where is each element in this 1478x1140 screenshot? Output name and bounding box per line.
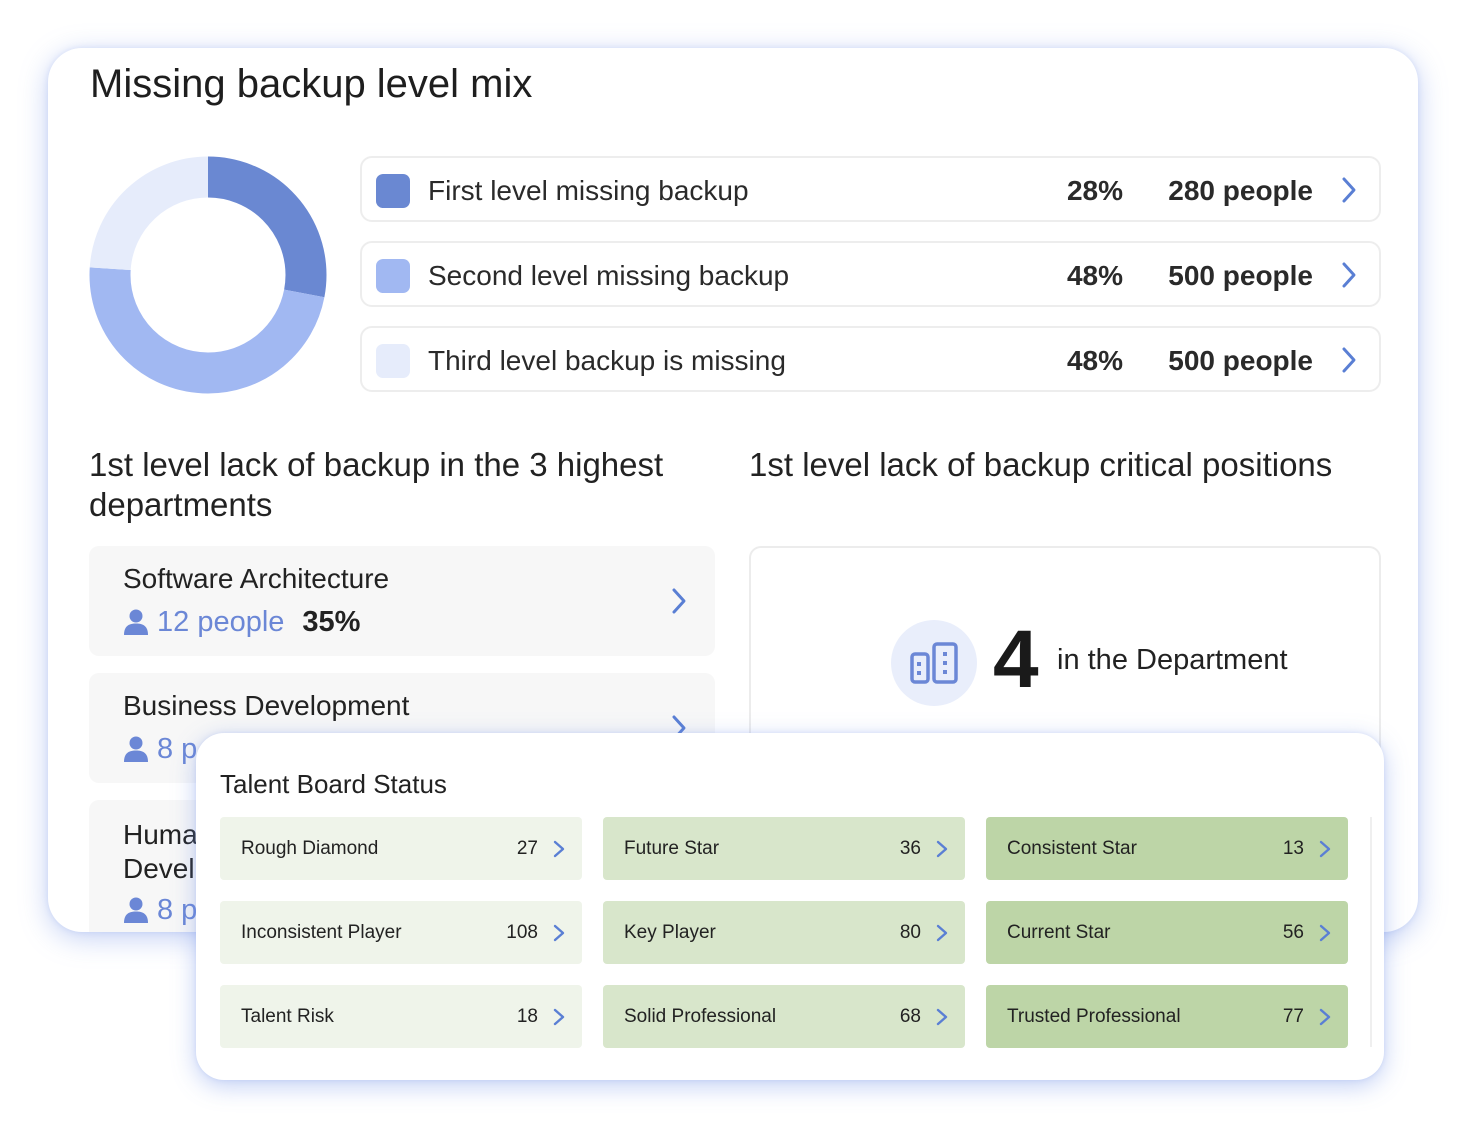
talent-tile[interactable]: Inconsistent Player 108 — [220, 901, 582, 964]
talent-tile[interactable]: Solid Professional 68 — [603, 985, 965, 1048]
department-people-count: 8 p — [157, 732, 198, 765]
talent-board-scrollbar[interactable] — [1370, 817, 1384, 1047]
legend-row-third-level[interactable]: Third level backup is missing 48% 500 pe… — [360, 326, 1381, 392]
legend-people: 500 people — [1168, 345, 1313, 376]
talent-tile-count: 68 — [899, 1005, 921, 1027]
person-icon — [124, 897, 148, 923]
talent-tile-label: Future Star — [624, 837, 720, 859]
legend-row-first-level[interactable]: First level missing backup 28% 280 peopl… — [360, 156, 1381, 222]
talent-tile-count: 108 — [506, 921, 538, 943]
talent-tile-count: 56 — [1282, 921, 1304, 943]
talent-tile-count: 36 — [899, 837, 921, 859]
department-card[interactable]: Software Architecture 12 people 35% — [89, 546, 715, 656]
legend-percent: 48% — [1066, 260, 1123, 291]
chevron-right-icon[interactable] — [1339, 261, 1359, 289]
legend-swatch — [376, 344, 410, 378]
chevron-right-icon[interactable] — [1318, 923, 1332, 943]
critical-section-title: 1st level lack of backup critical positi… — [749, 446, 1333, 483]
legend-people: 500 people — [1168, 260, 1313, 291]
chevron-right-icon[interactable] — [1318, 839, 1332, 859]
chevron-right-icon[interactable] — [669, 586, 689, 616]
talent-tile[interactable]: Key Player 80 — [603, 901, 965, 964]
person-icon — [124, 609, 148, 635]
departments-section-title: 1st level lack of backup in the 3 highes… — [89, 446, 664, 523]
talent-tile-label: Key Player — [624, 921, 716, 943]
legend-row-second-level[interactable]: Second level missing backup 48% 500 peop… — [360, 241, 1381, 307]
department-meta: 12 people 35% — [123, 604, 360, 640]
legend-percent: 28% — [1066, 175, 1123, 206]
talent-tile[interactable]: Future Star 36 — [603, 817, 965, 880]
talent-tile-label: Rough Diamond — [241, 837, 379, 859]
talent-tile[interactable]: Current Star 56 — [986, 901, 1348, 964]
talent-tile-label: Inconsistent Player — [241, 921, 402, 943]
critical-count-label: in the Department — [1057, 644, 1288, 676]
building-icon — [910, 642, 958, 684]
backup-donut-chart — [89, 156, 327, 394]
department-name: Huma Devel — [123, 819, 198, 884]
department-people-count: 12 people — [157, 605, 285, 638]
person-icon — [124, 736, 148, 762]
legend-label: Third level backup is missing — [428, 345, 786, 376]
talent-tile[interactable]: Talent Risk 18 — [220, 985, 582, 1048]
talent-tile-count: 13 — [1282, 837, 1304, 859]
chevron-right-icon[interactable] — [552, 839, 566, 859]
chevron-right-icon[interactable] — [1318, 1007, 1332, 1027]
talent-tile-count: 80 — [899, 921, 921, 943]
talent-tile[interactable]: Trusted Professional 77 — [986, 985, 1348, 1048]
talent-tile-label: Consistent Star — [1007, 837, 1137, 859]
legend-swatch — [376, 174, 410, 208]
department-name: Business Development — [123, 690, 410, 721]
chevron-right-icon[interactable] — [935, 1007, 949, 1027]
talent-tile-label: Talent Risk — [241, 1005, 334, 1027]
legend-label: Second level missing backup — [428, 260, 790, 291]
talent-tile-label: Trusted Professional — [1007, 1005, 1181, 1027]
chevron-right-icon[interactable] — [552, 1007, 566, 1027]
department-people-count: 8 p — [157, 893, 198, 926]
critical-count: 4 — [993, 614, 1039, 705]
chevron-right-icon[interactable] — [1339, 176, 1359, 204]
legend-people: 280 people — [1168, 175, 1313, 206]
talent-tile[interactable]: Consistent Star 13 — [986, 817, 1348, 880]
legend-percent: 48% — [1066, 345, 1123, 376]
talent-board-title: Talent Board Status — [220, 769, 447, 799]
talent-tile-count: 27 — [516, 837, 538, 859]
chevron-right-icon[interactable] — [935, 923, 949, 943]
chevron-right-icon[interactable] — [1339, 346, 1359, 374]
talent-tile-count: 77 — [1282, 1005, 1304, 1027]
page-title: Missing backup level mix — [90, 62, 533, 106]
department-name: Software Architecture — [123, 563, 390, 594]
legend-swatch — [376, 259, 410, 293]
department-percent: 35% — [302, 605, 361, 638]
chevron-right-icon[interactable] — [935, 839, 949, 859]
building-icon-badge — [891, 620, 977, 706]
chevron-right-icon[interactable] — [552, 923, 566, 943]
legend-label: First level missing backup — [428, 175, 749, 206]
talent-board-card: Talent Board Status Rough Diamond 27 Fut… — [196, 733, 1384, 1080]
talent-tile-label: Solid Professional — [624, 1005, 777, 1027]
talent-tile-label: Current Star — [1007, 921, 1111, 943]
talent-tile[interactable]: Rough Diamond 27 — [220, 817, 582, 880]
talent-tile-count: 18 — [516, 1005, 538, 1027]
